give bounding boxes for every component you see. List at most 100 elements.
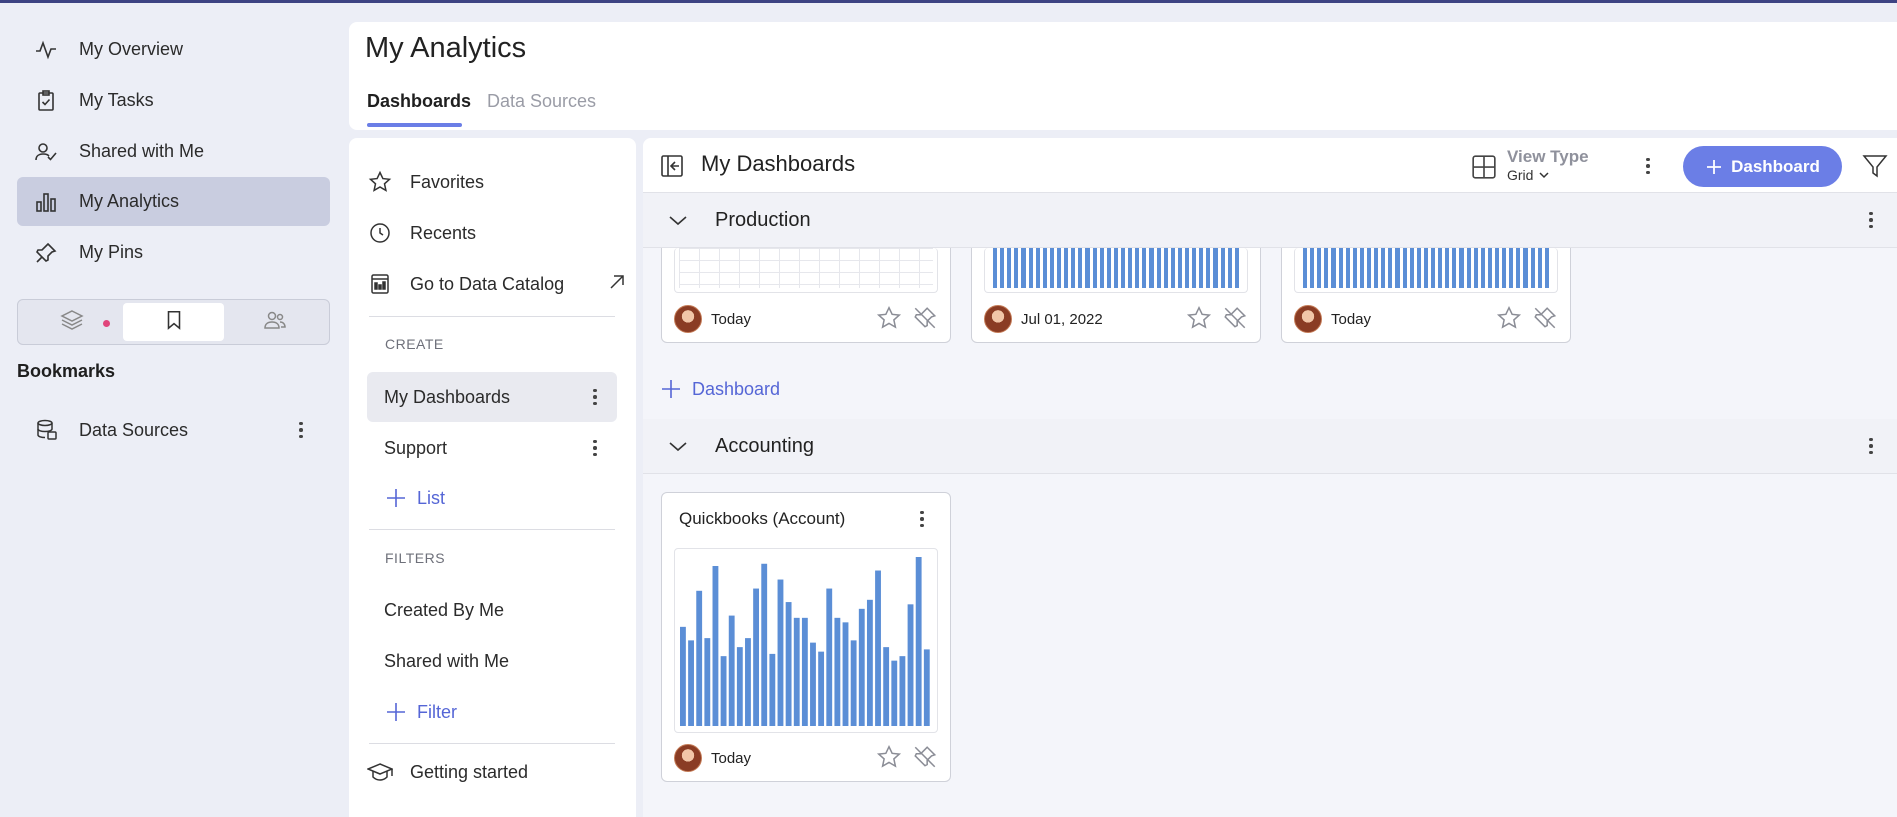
bookmark-item-data-sources[interactable]: Data Sources: [17, 407, 330, 453]
data-catalog-label: Go to Data Catalog: [410, 273, 565, 294]
add-filter-label: Filter: [417, 701, 457, 722]
list-item-label: Support: [384, 437, 448, 458]
filter-item-label: Shared with Me: [384, 650, 510, 671]
tab-dashboards[interactable]: Dashboards: [367, 91, 471, 112]
avatar: [674, 744, 702, 772]
unpin-icon[interactable]: [1532, 305, 1558, 331]
dashboard-card[interactable]: Jul 01, 2022: [971, 248, 1261, 343]
card-date: Today: [1331, 310, 1372, 328]
collapse-panel-icon[interactable]: [660, 154, 684, 183]
add-list-label: List: [417, 487, 446, 508]
group-more-button[interactable]: [1861, 207, 1881, 233]
chart-bar: [801, 617, 808, 726]
chart-bar: [704, 638, 711, 726]
star-icon[interactable]: [1496, 305, 1522, 331]
chart-bar: [777, 579, 784, 726]
plus-icon: [387, 703, 405, 721]
add-list-button[interactable]: List: [385, 487, 445, 509]
add-filter-button[interactable]: Filter: [385, 701, 457, 723]
chart-bar: [875, 570, 881, 726]
list-more-button[interactable]: [585, 435, 605, 461]
recents-link[interactable]: Recents: [367, 209, 617, 257]
nav-item-my-pins[interactable]: My Pins: [17, 228, 330, 277]
group-header-accounting[interactable]: Accounting: [643, 419, 1897, 474]
dashboard-card-quickbooks[interactable]: Quickbooks (Account) Today: [661, 492, 951, 782]
nav-item-my-analytics[interactable]: My Analytics: [17, 177, 330, 226]
chart-bar: [883, 647, 890, 726]
segment-layers[interactable]: [21, 303, 123, 341]
table-thumbnail: [679, 248, 933, 288]
add-dashboard-to-group-button[interactable]: Dashboard: [660, 378, 780, 400]
chart-bar: [680, 626, 686, 726]
list-item-my-dashboards[interactable]: My Dashboards: [367, 372, 617, 422]
nav-item-label: My Tasks: [79, 90, 154, 110]
unpin-icon[interactable]: [912, 744, 938, 770]
unpin-icon[interactable]: [912, 305, 938, 331]
segment-bookmarks[interactable]: [122, 303, 225, 341]
card-footer: Today: [662, 735, 950, 781]
star-icon[interactable]: [876, 744, 902, 770]
add-dashboard-button[interactable]: Dashboard: [1683, 146, 1842, 187]
clipboard-check-icon: [33, 88, 59, 114]
nav-item-my-overview[interactable]: My Overview: [17, 25, 330, 74]
recents-label: Recents: [410, 222, 477, 243]
chart-bar: [761, 563, 768, 726]
star-icon[interactable]: [876, 305, 902, 331]
card-date: Jul 01, 2022: [1021, 310, 1103, 328]
filter-item-shared-with-me[interactable]: Shared with Me: [367, 636, 617, 686]
plus-icon: [1707, 159, 1722, 174]
filters-section-heading: FILTERS: [385, 550, 446, 566]
tab-data-sources[interactable]: Data Sources: [487, 91, 596, 112]
layers-icon: [60, 308, 84, 337]
filter-item-created-by-me[interactable]: Created By Me: [367, 585, 617, 635]
segment-users[interactable]: [224, 303, 326, 341]
chevron-down-icon[interactable]: [667, 435, 689, 457]
view-type-dropdown[interactable]: Grid: [1507, 167, 1551, 183]
database-icon: [33, 417, 59, 443]
nav-item-label: Shared with Me: [79, 141, 205, 161]
dashboard-thumbnail: [984, 248, 1248, 293]
user-check-icon: [33, 139, 59, 165]
bookmark-icon: [163, 309, 185, 336]
data-catalog-link[interactable]: Go to Data Catalog: [367, 260, 627, 308]
bookmark-item-label: Data Sources: [79, 419, 189, 440]
graduation-cap-icon: [367, 759, 393, 785]
group-header-production[interactable]: Production: [643, 193, 1897, 248]
avatar: [1294, 305, 1322, 333]
more-options-button[interactable]: [1638, 153, 1658, 179]
list-more-button[interactable]: [585, 384, 605, 410]
dashboard-thumbnail: [674, 548, 938, 733]
card-date: Today: [711, 749, 752, 767]
favorites-label: Favorites: [410, 171, 485, 192]
bookmark-more-button[interactable]: [291, 417, 311, 443]
dashboard-card[interactable]: Today: [661, 248, 951, 343]
chevron-down-icon: [1539, 172, 1549, 179]
nav-item-shared-with-me[interactable]: Shared with Me: [17, 127, 330, 176]
chart-bar: [728, 615, 735, 726]
chart-bar: [915, 557, 922, 726]
nav-item-label: My Overview: [79, 39, 184, 59]
nav-item-my-tasks[interactable]: My Tasks: [17, 76, 330, 125]
list-item-support[interactable]: Support: [367, 423, 617, 473]
dashboards-title: My Dashboards: [701, 151, 856, 176]
favorites-link[interactable]: Favorites: [367, 158, 617, 206]
nav-item-label: My Analytics: [79, 191, 180, 211]
group-title: Production: [715, 208, 811, 231]
chart-bar: [818, 651, 825, 726]
chart-bar: [785, 602, 792, 726]
group-more-button[interactable]: [1861, 433, 1881, 459]
getting-started-link[interactable]: Getting started: [367, 748, 617, 796]
divider: [369, 316, 615, 317]
chevron-down-icon[interactable]: [667, 209, 689, 231]
card-more-button[interactable]: [912, 506, 932, 532]
chart-bar: [696, 590, 703, 726]
filter-icon[interactable]: [1862, 153, 1888, 184]
dashboard-card[interactable]: Today: [1281, 248, 1571, 343]
chart-bar: [688, 640, 694, 726]
clock-icon: [367, 220, 393, 246]
grid-view-icon[interactable]: [1471, 154, 1497, 185]
chart-bar: [891, 660, 898, 726]
chart-bar: [769, 653, 776, 726]
unpin-icon[interactable]: [1222, 305, 1248, 331]
star-icon[interactable]: [1186, 305, 1212, 331]
